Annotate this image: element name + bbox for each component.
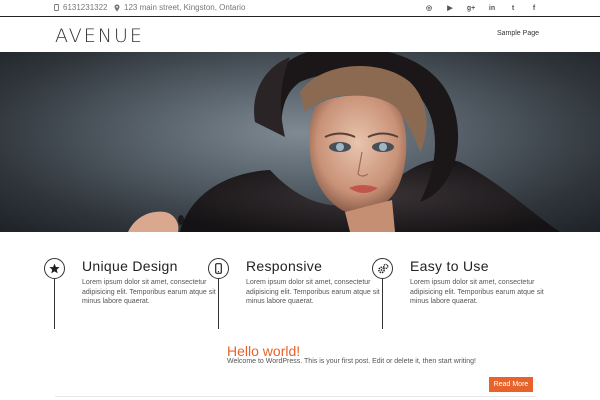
- post-divider: [55, 396, 535, 397]
- cogs-icon: [372, 258, 393, 279]
- dribbble-icon[interactable]: ◎: [423, 2, 435, 14]
- mobile-icon: [208, 258, 229, 279]
- feature-divider-line: [218, 279, 219, 329]
- feature-divider-line: [382, 279, 383, 329]
- star-icon: [44, 258, 65, 279]
- phone-info: 6131231322: [54, 3, 108, 12]
- topbar: 6131231322 123 main street, Kingston, On…: [0, 0, 600, 17]
- site-header: AVENUE Sample Page: [0, 18, 600, 52]
- google-plus-icon[interactable]: g+: [465, 2, 477, 14]
- map-marker-icon: [114, 4, 120, 11]
- site-logo[interactable]: AVENUE: [55, 25, 144, 47]
- feature-divider-line: [54, 279, 55, 329]
- social-links: ◎ ▶ g+ in t f: [423, 2, 540, 14]
- address-info: 123 main street, Kingston, Ontario: [114, 3, 245, 12]
- feature-title: Responsive: [246, 258, 323, 274]
- feature-title: Easy to Use: [410, 258, 489, 274]
- hero-photo: [128, 52, 560, 232]
- address-text: 123 main street, Kingston, Ontario: [124, 3, 246, 12]
- feature-text: Lorem ipsum dolor sit amet, consectetur …: [410, 279, 544, 306]
- phone-icon: [54, 4, 59, 11]
- hero-image: [0, 52, 600, 232]
- feature-title: Unique Design: [82, 258, 178, 274]
- phone-number: 6131231322: [63, 3, 108, 12]
- feature-text: Lorem ipsum dolor sit amet, consectetur …: [82, 279, 216, 306]
- post-title-link[interactable]: Hello world!: [227, 343, 300, 359]
- post-excerpt: Welcome to WordPress. This is your first…: [227, 358, 476, 365]
- linkedin-icon[interactable]: in: [486, 2, 498, 14]
- nav-item-sample-page[interactable]: Sample Page: [497, 30, 539, 37]
- youtube-icon[interactable]: ▶: [444, 2, 456, 14]
- feature-text: Lorem ipsum dolor sit amet, consectetur …: [246, 279, 380, 306]
- twitter-icon[interactable]: t: [507, 2, 519, 14]
- facebook-icon[interactable]: f: [528, 2, 540, 14]
- read-more-button[interactable]: Read More: [489, 377, 533, 392]
